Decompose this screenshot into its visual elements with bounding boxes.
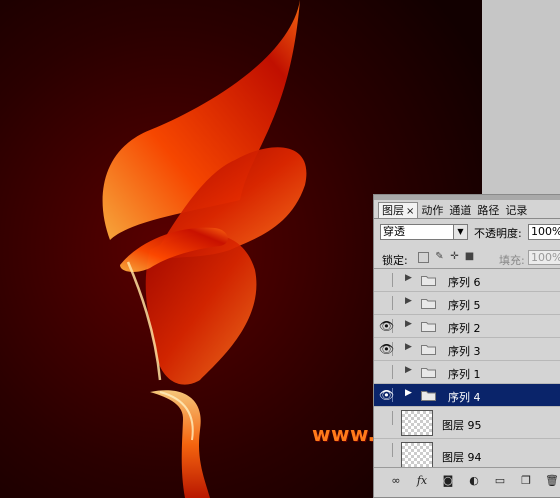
expand-arrow-icon[interactable]: ▶ bbox=[405, 342, 412, 352]
fill-input[interactable]: 100% bbox=[528, 250, 560, 265]
lock-label: 锁定: bbox=[382, 254, 408, 267]
tab-history[interactable]: 记录 bbox=[502, 203, 530, 218]
panel-title-bar[interactable] bbox=[374, 195, 560, 200]
new-layer-icon[interactable]: ❐ bbox=[518, 474, 534, 488]
panel-bottom-toolbar: ∞ fx ◙ ◐ ▭ ❐ 🗑 bbox=[374, 467, 560, 497]
layer-name: 图层 95 bbox=[442, 419, 482, 432]
expand-arrow-icon[interactable]: ▶ bbox=[405, 365, 412, 375]
blend-mode-value: 穿透 bbox=[383, 225, 405, 238]
visibility-toggle[interactable] bbox=[379, 443, 393, 457]
visibility-toggle[interactable] bbox=[379, 273, 393, 287]
chevron-down-icon[interactable]: ▼ bbox=[453, 225, 467, 239]
layer-thumbnail[interactable] bbox=[401, 442, 433, 467]
layer-row[interactable]: 👁 ▶ 序列 4 bbox=[374, 384, 560, 407]
close-icon[interactable]: × bbox=[406, 206, 414, 217]
layer-name: 图层 94 bbox=[442, 451, 482, 464]
lock-paint-icon[interactable]: ✎ bbox=[434, 251, 445, 262]
expand-arrow-icon[interactable]: ▶ bbox=[405, 296, 412, 306]
expand-arrow-icon[interactable]: ▶ bbox=[405, 319, 412, 329]
layer-row[interactable]: ▶ 序列 6 bbox=[374, 269, 560, 292]
layer-name: 序列 2 bbox=[448, 322, 481, 335]
layer-name: 序列 1 bbox=[448, 368, 481, 381]
tab-layers[interactable]: 图层 × bbox=[378, 202, 419, 218]
visibility-toggle[interactable] bbox=[379, 365, 393, 379]
layer-name: 序列 5 bbox=[448, 299, 481, 312]
tab-channels[interactable]: 通道 bbox=[446, 203, 474, 218]
folder-icon bbox=[421, 368, 436, 378]
fill-label: 填充: bbox=[499, 254, 525, 267]
layer-row[interactable]: ▶ 序列 1 bbox=[374, 361, 560, 384]
lock-move-icon[interactable]: ✛ bbox=[449, 251, 460, 262]
eye-icon[interactable]: 👁 bbox=[379, 342, 394, 356]
visibility-toggle[interactable] bbox=[379, 296, 393, 310]
lock-transparency-icon[interactable] bbox=[418, 252, 429, 263]
tab-paths[interactable]: 路径 bbox=[474, 203, 502, 218]
new-group-icon[interactable]: ▭ bbox=[492, 474, 508, 488]
layer-name: 序列 3 bbox=[448, 345, 481, 358]
layer-row[interactable]: 👁 ▶ 序列 3 bbox=[374, 338, 560, 361]
folder-icon bbox=[421, 299, 436, 309]
opacity-input[interactable]: 100% bbox=[528, 224, 560, 240]
layer-row[interactable]: 图层 95 bbox=[374, 407, 560, 439]
layer-row[interactable]: 图层 94 bbox=[374, 439, 560, 467]
folder-icon bbox=[421, 322, 436, 332]
layer-row[interactable]: 👁 ▶ 序列 2 bbox=[374, 315, 560, 338]
eye-icon[interactable]: 👁 bbox=[379, 319, 394, 333]
panel-tabs: 图层 × 动作 通道 路径 记录 bbox=[378, 202, 530, 218]
layer-name: 序列 4 bbox=[448, 391, 481, 404]
expand-arrow-icon[interactable]: ▶ bbox=[405, 388, 412, 398]
visibility-toggle[interactable] bbox=[379, 411, 393, 425]
trash-icon[interactable]: 🗑 bbox=[544, 474, 560, 488]
expand-arrow-icon[interactable]: ▶ bbox=[405, 273, 412, 283]
fx-icon[interactable]: fx bbox=[414, 474, 430, 488]
tabs-divider bbox=[374, 218, 560, 219]
opacity-label: 不透明度: bbox=[474, 227, 522, 240]
layer-list: ▶ 序列 6 ▶ 序列 5 👁 ▶ 序列 2 👁 ▶ 序列 3 ▶ 序列 1 👁 ▶ 序列 4 图层 95 图层… bbox=[374, 268, 560, 467]
layer-thumbnail[interactable] bbox=[401, 410, 433, 436]
adjustment-icon[interactable]: ◐ bbox=[466, 474, 482, 488]
eye-icon[interactable]: 👁 bbox=[379, 388, 394, 402]
lock-all-icon[interactable]: ■ bbox=[464, 251, 475, 262]
mask-icon[interactable]: ◙ bbox=[440, 474, 456, 488]
folder-icon bbox=[421, 391, 436, 401]
tab-actions[interactable]: 动作 bbox=[418, 203, 446, 218]
link-layers-icon[interactable]: ∞ bbox=[388, 474, 404, 488]
folder-icon bbox=[421, 345, 436, 355]
folder-icon bbox=[421, 276, 436, 286]
layers-panel: 图层 × 动作 通道 路径 记录 穿透 ▼ 不透明度: 100% 锁定: ✎ ✛ … bbox=[373, 194, 560, 498]
layer-row[interactable]: ▶ 序列 5 bbox=[374, 292, 560, 315]
blend-mode-select[interactable]: 穿透 ▼ bbox=[380, 224, 468, 240]
layer-name: 序列 6 bbox=[448, 276, 481, 289]
